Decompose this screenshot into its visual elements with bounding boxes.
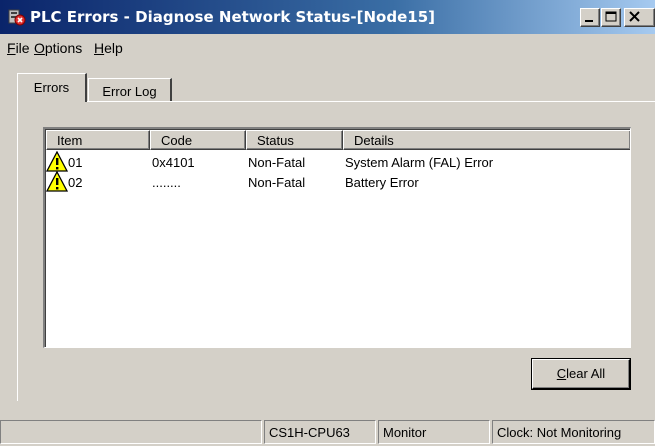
cell-code: ........ (152, 175, 181, 190)
maximize-button[interactable] (601, 8, 621, 27)
plc-errors-window: PLC Errors - Diagnose Network Status-[No… (0, 0, 655, 446)
table-row[interactable]: 02 ........ Non-Fatal Battery Error (45, 170, 630, 193)
maximize-icon (605, 11, 617, 22)
cell-item: 02 (68, 175, 83, 190)
window-title: PLC Errors - Diagnose Network Status-[No… (30, 8, 435, 26)
errors-list[interactable]: Item Code Status Details 01 0x4101 Non-F… (43, 127, 631, 348)
column-header-status[interactable]: Status (246, 130, 343, 150)
table-row[interactable]: 01 0x4101 Non-Fatal System Alarm (FAL) E… (45, 150, 630, 173)
status-pane-empty (0, 420, 262, 444)
cell-details: Battery Error (345, 175, 419, 190)
minimize-button[interactable] (580, 8, 600, 27)
menu-file[interactable]: File (7, 40, 30, 56)
menu-help[interactable]: Help (94, 40, 123, 56)
cell-status: Non-Fatal (248, 155, 306, 170)
status-cpu-model: CS1H-CPU63 (264, 420, 376, 444)
column-header-details[interactable]: Details (343, 130, 630, 150)
tab-errors[interactable]: Errors (17, 73, 87, 102)
status-clock: Clock: Not Monitoring (492, 420, 655, 444)
clear-all-button[interactable]: Clear All (532, 359, 630, 389)
column-header-code[interactable]: Code (150, 130, 246, 150)
menu-bar: File Options Help (0, 36, 655, 60)
warning-icon (45, 170, 69, 193)
minimize-icon (585, 20, 593, 22)
status-bar: CS1H-CPU63 Monitor Clock: Not Monitoring (0, 418, 655, 446)
tab-error-log[interactable]: Error Log (88, 78, 172, 102)
list-header: Item Code Status Details (46, 130, 630, 150)
warning-icon (45, 150, 69, 173)
column-header-item[interactable]: Item (46, 130, 150, 150)
cell-item: 01 (68, 155, 83, 170)
cell-status: Non-Fatal (248, 175, 306, 190)
cell-details: System Alarm (FAL) Error (345, 155, 494, 170)
close-icon (629, 11, 640, 22)
title-bar[interactable]: PLC Errors - Diagnose Network Status-[No… (0, 0, 655, 34)
status-mode: Monitor (378, 420, 490, 444)
cell-code: 0x4101 (152, 155, 195, 170)
close-button[interactable] (624, 8, 655, 27)
app-error-icon (8, 8, 26, 26)
menu-options[interactable]: Options (34, 40, 82, 56)
